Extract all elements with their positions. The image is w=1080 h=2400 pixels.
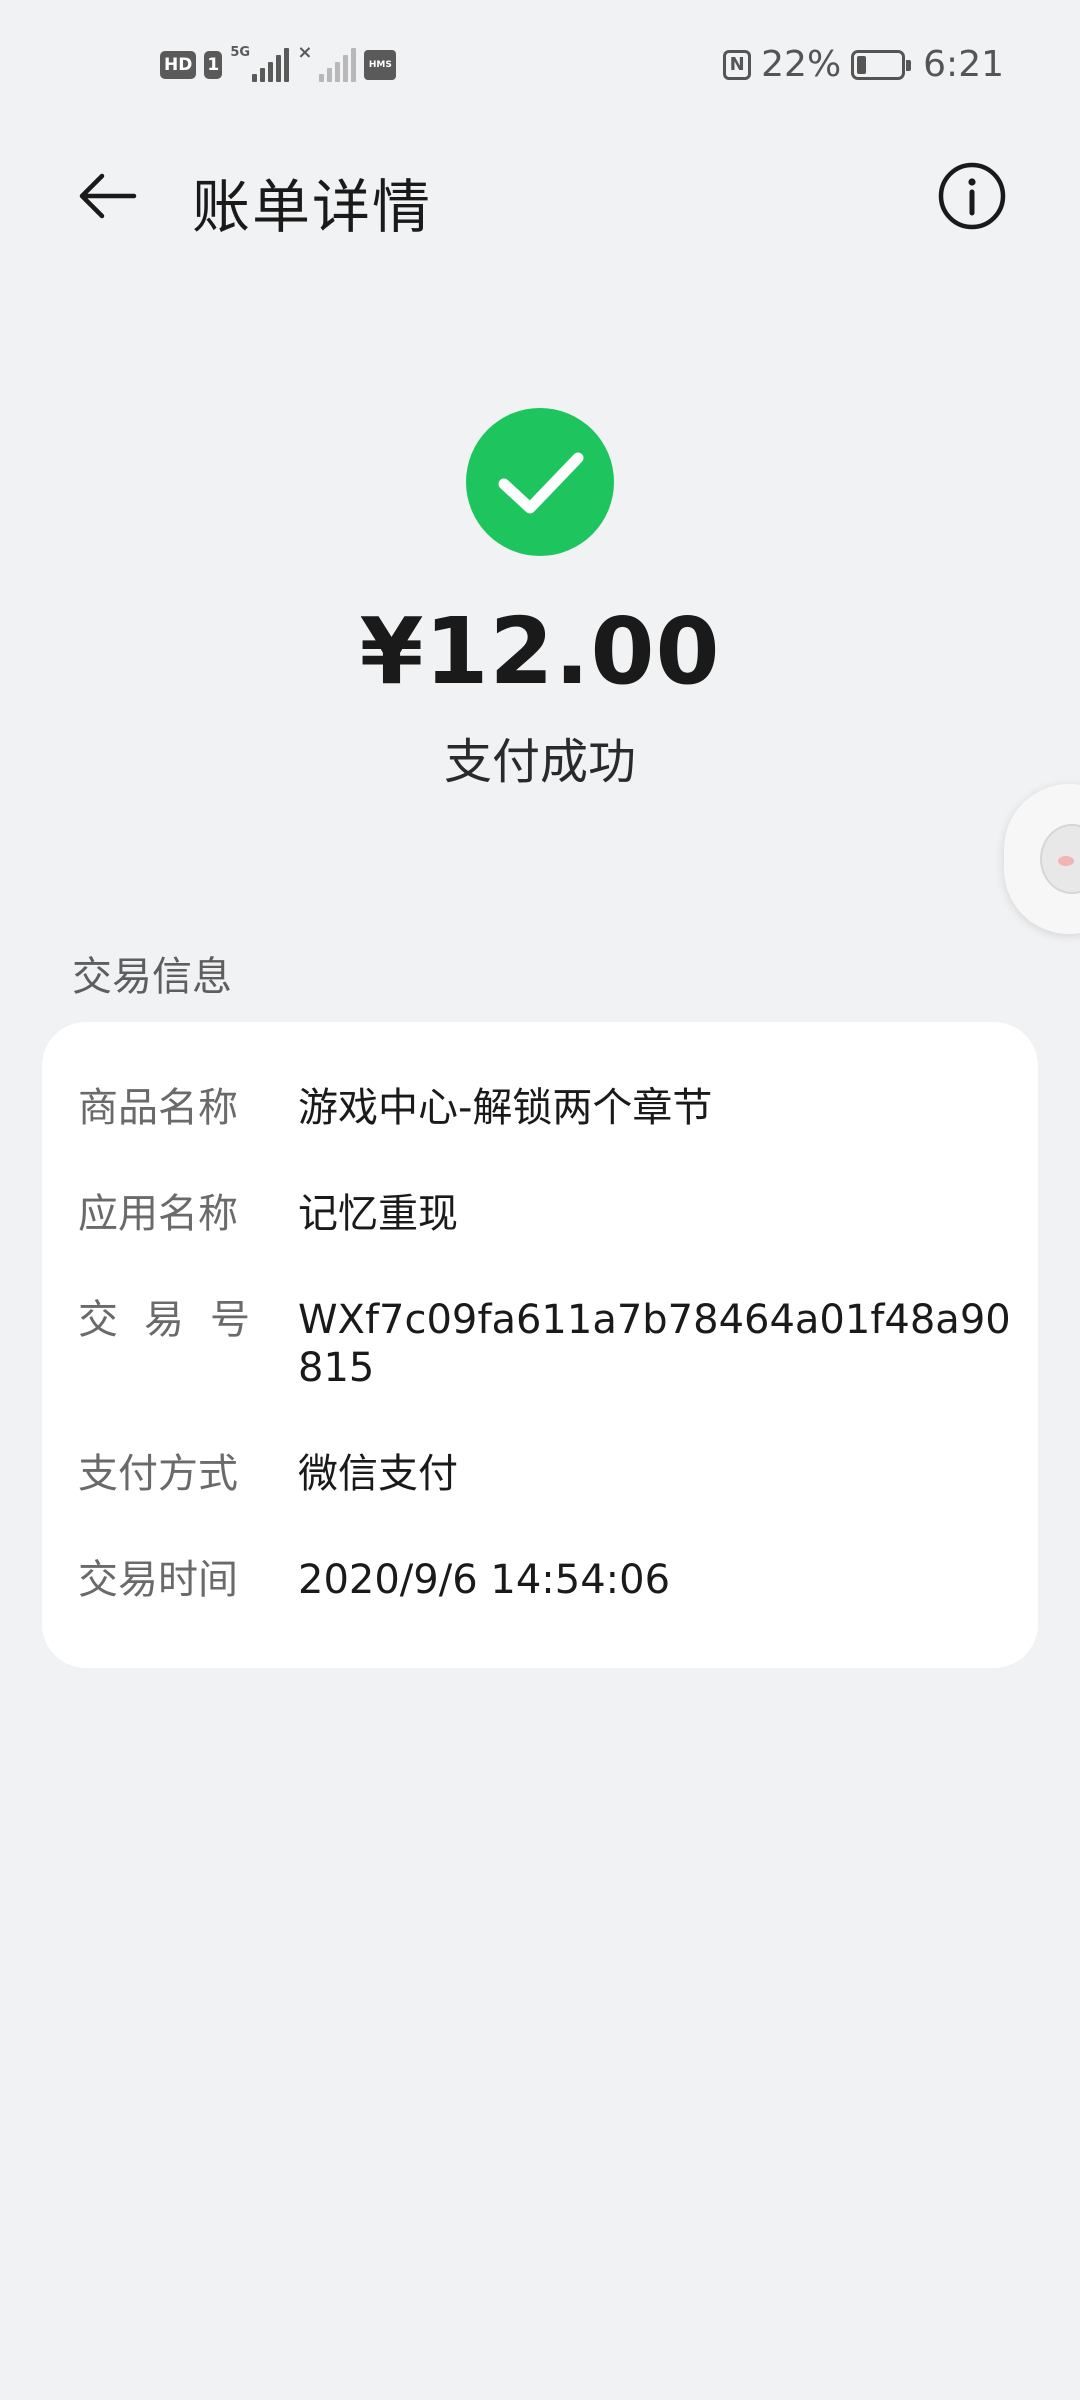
status-bar-right: N 22% 6:21 — [723, 44, 1004, 85]
row-label: 支付方式 — [78, 1451, 238, 1497]
payment-status: 支付成功 — [443, 734, 636, 790]
battery-fill — [857, 55, 867, 74]
battery-icon — [851, 49, 912, 80]
row-value: 微信支付 — [298, 1451, 458, 1497]
transaction-info-card: 商品名称 游戏中心-解锁两个章节 应用名称 记忆重现 交易号 WXf7c09fa… — [42, 1022, 1038, 1668]
network-type-label: 5G — [230, 45, 251, 60]
signal-strength-icon: 5G — [230, 45, 290, 82]
hd-badge: HD — [160, 51, 197, 79]
row-value: 游戏中心-解锁两个章节 — [298, 1085, 713, 1131]
status-bar: HD 1 5G × HMS N 22% 6:21 — [0, 0, 1080, 140]
payment-amount: ¥12.00 — [359, 598, 721, 705]
row-value: WXf7c09fa611a7b78464a01f48a90815 — [298, 1297, 1011, 1391]
app-header: 账单详情 — [0, 140, 1080, 250]
info-button[interactable] — [934, 158, 1010, 234]
row-label: 应用名称 — [78, 1191, 238, 1237]
signal-no-service-icon: × — [297, 44, 357, 82]
check-circle-icon — [466, 408, 614, 556]
row-label: 交易号 — [78, 1297, 276, 1343]
info-row-product: 商品名称 游戏中心-解锁两个章节 — [78, 1084, 1018, 1132]
back-button[interactable] — [70, 158, 146, 234]
info-row-app: 应用名称 记忆重现 — [78, 1190, 1018, 1238]
clock: 6:21 — [923, 44, 1004, 85]
row-label: 商品名称 — [78, 1085, 238, 1131]
nfc-icon: N — [723, 49, 752, 80]
info-row-transaction-id: 交易号 WXf7c09fa611a7b78464a01f48a90815 — [78, 1296, 1018, 1392]
status-bar-left: HD 1 5G × HMS — [160, 44, 397, 82]
info-circle-icon — [938, 162, 1006, 230]
checkmark-icon — [498, 452, 584, 514]
floating-assistant-button[interactable] — [1004, 784, 1080, 934]
hms-icon: HMS — [364, 50, 397, 80]
page-title: 账单详情 — [192, 173, 433, 241]
row-label: 交易时间 — [78, 1557, 238, 1603]
info-row-payment-method: 支付方式 微信支付 — [78, 1450, 1018, 1498]
info-row-transaction-time: 交易时间 2020/9/6 14:54:06 — [78, 1556, 1018, 1604]
row-value: 2020/9/6 14:54:06 — [298, 1557, 671, 1603]
row-value: 记忆重现 — [298, 1191, 458, 1237]
section-title: 交易信息 — [72, 954, 232, 1000]
arrow-left-icon — [79, 173, 137, 219]
sim-badge: 1 — [204, 51, 223, 79]
battery-percent: 22% — [761, 44, 842, 85]
